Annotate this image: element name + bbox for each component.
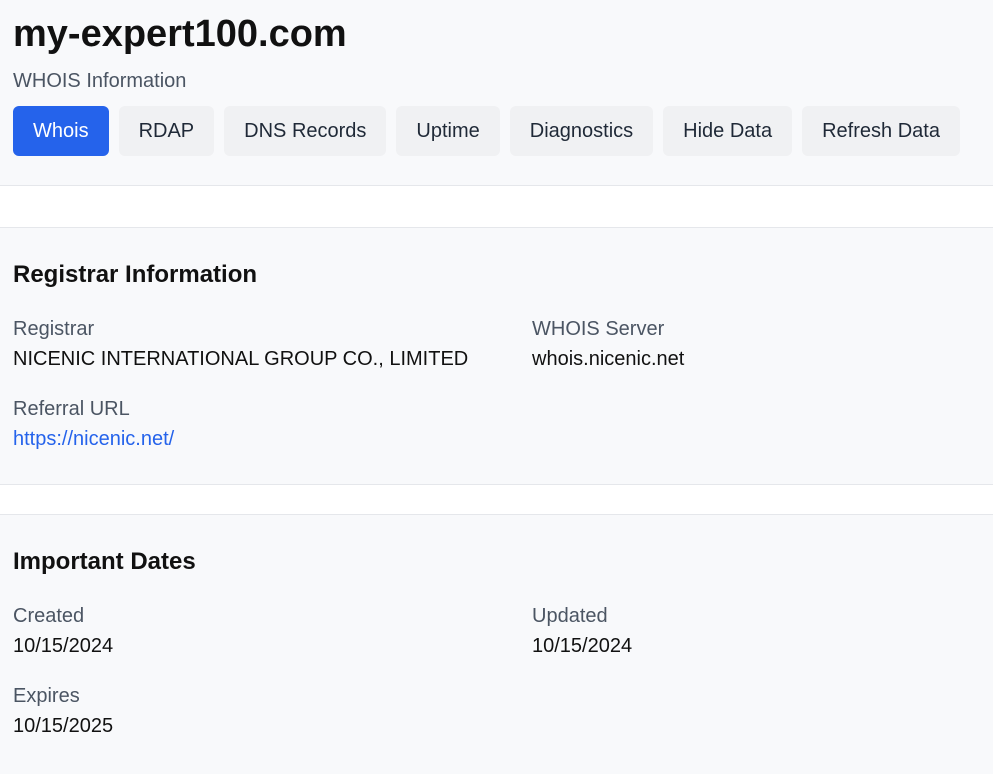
expires-field: Expires 10/15/2025 [13,684,113,738]
registrar-information-section: Registrar Information Registrar NICENIC … [0,227,993,485]
registrar-value: NICENIC INTERNATIONAL GROUP CO., LIMITED [13,348,469,370]
whois-server-value: whois.nicenic.net [532,348,685,370]
referral-url-label: Referral URL [13,398,130,420]
refresh-data-button[interactable]: Refresh Data [802,106,960,156]
tab-whois[interactable]: Whois [13,106,109,156]
referral-url-value-wrapper: https://nicenic.net/ [13,427,174,451]
section-title-dates: Important Dates [13,548,196,575]
created-value: 10/15/2024 [13,635,114,657]
whois-server-field: WHOIS Server whois.nicenic.net [532,317,684,371]
whois-server-label: WHOIS Server [532,318,665,340]
updated-value: 10/15/2024 [532,635,633,657]
tab-uptime[interactable]: Uptime [396,106,500,156]
hide-data-button[interactable]: Hide Data [663,106,793,156]
page-subtitle: WHOIS Information [13,70,187,92]
tab-rdap[interactable]: RDAP [118,106,215,156]
expires-value: 10/15/2025 [13,715,114,737]
important-dates-section: Important Dates Created 10/15/2024 Updat… [0,514,993,774]
registrar-label: Registrar [13,318,95,340]
referral-url-field: Referral URL https://nicenic.net/ [13,397,174,451]
referral-url-link[interactable]: https://nicenic.net/ [13,428,174,450]
tab-bar: Whois RDAP DNS Records Uptime Diagnostic… [13,106,960,156]
page-header: my-expert100.com WHOIS Information Whois… [0,0,993,186]
section-title-registrar: Registrar Information [13,261,258,288]
tab-diagnostics[interactable]: Diagnostics [509,106,654,156]
tab-dns-records[interactable]: DNS Records [224,106,387,156]
updated-label: Updated [532,605,608,627]
created-field: Created 10/15/2024 [13,604,113,658]
expires-label: Expires [13,685,80,707]
registrar-field: Registrar NICENIC INTERNATIONAL GROUP CO… [13,317,468,371]
created-label: Created [13,605,85,627]
updated-field: Updated 10/15/2024 [532,604,632,658]
domain-title: my-expert100.com [13,13,347,55]
